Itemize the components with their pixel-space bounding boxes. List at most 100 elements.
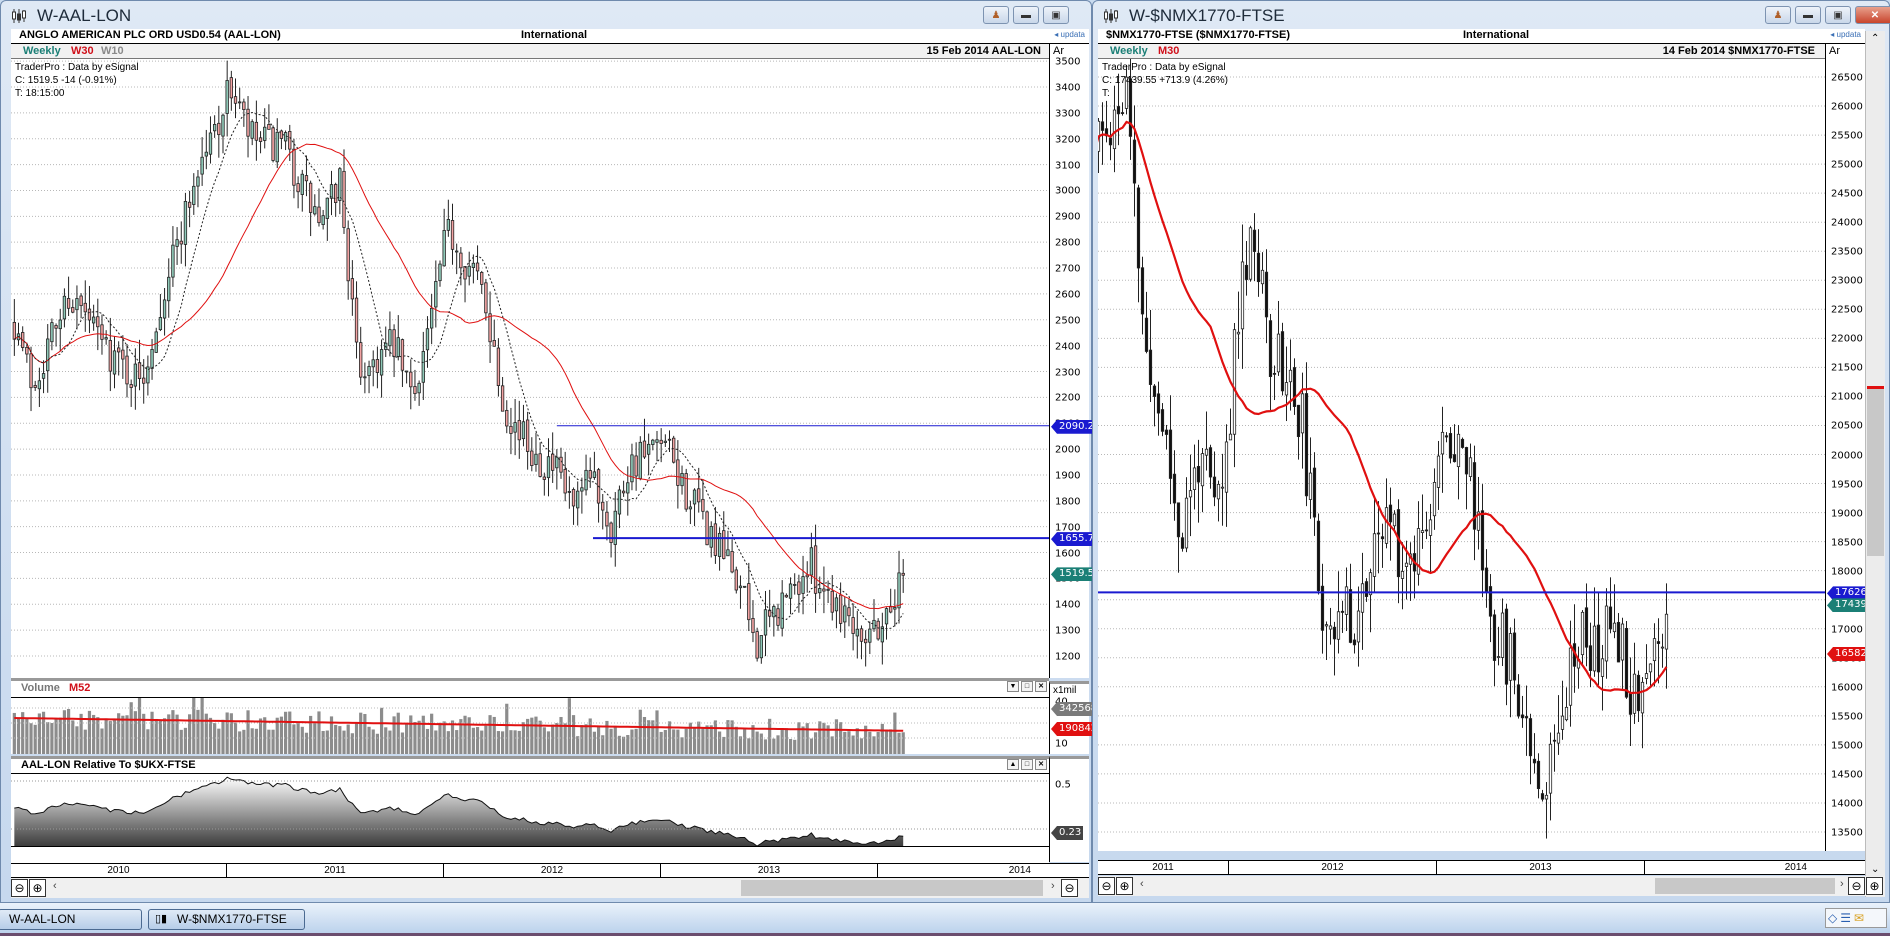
maximize-button[interactable]: ▣ xyxy=(1825,6,1851,24)
pane-close-button[interactable]: ✕ xyxy=(1035,681,1047,692)
candle-body xyxy=(1172,473,1177,504)
zoom-in-button[interactable]: ⊕ xyxy=(1116,877,1133,895)
candle-body xyxy=(1532,758,1537,764)
candle xyxy=(450,203,455,265)
chart-window-nmx1770[interactable]: W-$NMX1770-FTSE ♟ ▬ ▣ ✕ $NMX1770-FTSE ($… xyxy=(1092,0,1890,903)
candle xyxy=(480,270,484,294)
maximize-icon: ▣ xyxy=(1051,9,1061,21)
zoom-in-button[interactable]: ⊕ xyxy=(29,879,46,897)
volume-bar xyxy=(288,711,292,754)
candle-body xyxy=(46,338,50,372)
price-chart[interactable]: TraderPro : Data by eSignal C: 1519.5 -1… xyxy=(11,59,1049,678)
candle xyxy=(1348,563,1353,644)
price-axis[interactable]: Ar 1350014000145001500015500160001650017… xyxy=(1825,43,1872,851)
pane-maximize-button[interactable]: □ xyxy=(1021,759,1033,770)
candle xyxy=(12,299,16,356)
candle-body xyxy=(1596,624,1601,673)
scroll-down-arrow[interactable]: ⌄ xyxy=(1871,864,1879,875)
tile-icon[interactable]: ◇ xyxy=(1828,911,1837,925)
date-axis[interactable]: 2010 2011 2012 2013 2014 xyxy=(11,863,1089,878)
relative-chart-canvas[interactable] xyxy=(11,774,1049,847)
updata-link[interactable]: ◂ updata xyxy=(1054,30,1085,39)
candle-body xyxy=(813,545,818,594)
year-label: 2013 xyxy=(1437,861,1645,874)
minimize-button[interactable]: ▬ xyxy=(1013,6,1039,24)
candle xyxy=(233,78,238,119)
maximize-button[interactable]: ▣ xyxy=(1043,6,1069,24)
volume-chart[interactable] xyxy=(11,691,1049,754)
help-button[interactable]: ♟ xyxy=(983,6,1009,24)
minimize-button[interactable]: ▬ xyxy=(1795,6,1821,24)
updata-link-text[interactable]: updata xyxy=(1837,30,1861,39)
candle-body xyxy=(730,551,734,573)
candle xyxy=(1488,574,1493,643)
price-chart-canvas[interactable] xyxy=(11,59,1049,678)
volume-chart-canvas[interactable] xyxy=(11,691,1049,754)
candle-body xyxy=(1120,112,1125,114)
overlay-w10[interactable]: W10 xyxy=(101,45,124,57)
help-button[interactable]: ♟ xyxy=(1765,6,1791,24)
zoom-out-button[interactable]: ⊖ xyxy=(1848,877,1865,895)
candle-body xyxy=(901,572,905,576)
pane-maximize-button[interactable]: □ xyxy=(1021,681,1033,692)
zoom-in-button[interactable]: ⊕ xyxy=(1866,877,1883,895)
relative-chart[interactable] xyxy=(11,774,1049,847)
volume-bar xyxy=(450,720,455,754)
volume-bar xyxy=(872,736,876,754)
pane-close-button[interactable]: ✕ xyxy=(1035,759,1047,770)
scroll-thumb[interactable] xyxy=(741,880,1043,896)
vertical-scrollbar[interactable]: ⌃ ⌄ xyxy=(1865,31,1885,897)
price-chart-canvas[interactable] xyxy=(1098,59,1825,851)
scroll-left-arrow[interactable]: ‹ xyxy=(53,880,57,892)
title-bar[interactable]: W-AAL-LON ♟ ▬ ▣ xyxy=(1,1,1091,29)
taskbar-tab-nmx1770[interactable]: ▯▮ W-$NMX1770-FTSE xyxy=(148,909,305,930)
scroll-left-arrow[interactable]: ‹ xyxy=(1140,878,1144,890)
candle xyxy=(567,476,572,509)
candle xyxy=(1568,620,1573,727)
candle xyxy=(755,627,759,662)
candle xyxy=(676,440,680,509)
price-axis[interactable]: Ar 1200130014001500160017001800190020002… xyxy=(1049,43,1103,678)
zoom-out-button[interactable]: ⊖ xyxy=(1061,879,1078,897)
candle xyxy=(1232,323,1237,468)
taskbar-tab-aal-lon[interactable]: W-AAL-LON xyxy=(0,909,142,930)
candle-body xyxy=(659,439,663,444)
candle xyxy=(1156,381,1161,436)
pane-expand-button[interactable]: ▲ xyxy=(1007,759,1019,770)
horizontal-scroll[interactable]: ⊖ ⊕ ‹ › ⊖ xyxy=(11,878,1089,898)
candle-body xyxy=(1112,109,1117,150)
title-bar[interactable]: W-$NMX1770-FTSE ♟ ▬ ▣ ✕ xyxy=(1093,1,1890,29)
zoom-out-button[interactable]: ⊖ xyxy=(1098,877,1115,895)
overlay-w30[interactable]: W30 xyxy=(71,45,94,57)
scroll-right-arrow[interactable]: › xyxy=(1840,878,1844,890)
volume-bar xyxy=(392,716,396,754)
volume-bar xyxy=(580,725,584,754)
pane-collapse-button[interactable]: ▼ xyxy=(1007,681,1019,692)
candle xyxy=(446,199,450,237)
overlay-m30[interactable]: M30 xyxy=(1158,45,1179,57)
list-icon[interactable]: ☰ xyxy=(1840,911,1851,925)
candle xyxy=(1640,677,1645,749)
price-chart[interactable]: TraderPro : Data by eSignal C: 17439.55 … xyxy=(1098,59,1825,851)
candle xyxy=(154,327,158,353)
price-tick: 20500 xyxy=(1831,420,1863,432)
scroll-right-arrow[interactable]: › xyxy=(1051,880,1055,892)
candle xyxy=(1356,586,1361,667)
zoom-out-button[interactable]: ⊖ xyxy=(11,879,28,897)
scroll-up-arrow[interactable]: ⌃ xyxy=(1871,33,1879,44)
relative-axis: 0.5 0.23 xyxy=(1049,756,1089,862)
updata-link[interactable]: ◂ updata xyxy=(1830,30,1861,39)
updata-link-text[interactable]: updata xyxy=(1061,30,1085,39)
price-tick: 24500 xyxy=(1831,188,1863,200)
candle-body xyxy=(1508,633,1513,681)
date-axis[interactable]: 2011 2012 2013 2014 xyxy=(1098,860,1865,875)
mail-icon[interactable]: ✉ xyxy=(1854,911,1864,925)
close-button[interactable]: ✕ xyxy=(1855,6,1890,24)
vertical-scroll-thumb[interactable] xyxy=(1867,386,1884,556)
candle xyxy=(133,348,138,410)
horizontal-scroll[interactable]: ⊖ ⊕ ‹ › ⊖ ⊕ xyxy=(1098,876,1885,896)
scroll-thumb[interactable] xyxy=(1655,878,1835,894)
candle-body xyxy=(805,574,809,578)
volume-bar xyxy=(509,730,513,754)
chart-window-aal-lon[interactable]: W-AAL-LON ♟ ▬ ▣ ANGLO AMERICAN PLC ORD U… xyxy=(0,0,1103,903)
